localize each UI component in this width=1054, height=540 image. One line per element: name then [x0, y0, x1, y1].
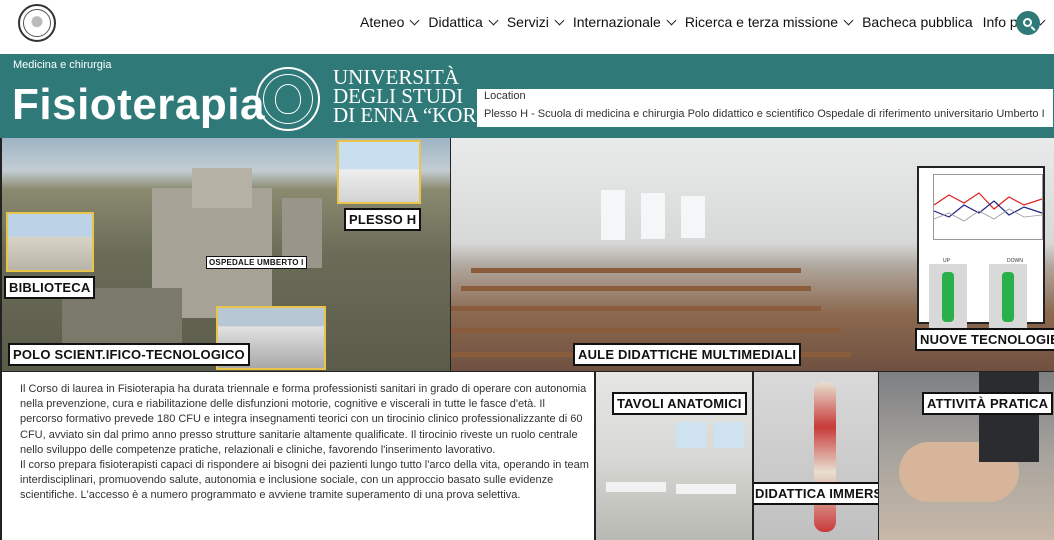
location-value: Plesso H - Scuola di medicina e chirurgi… — [484, 108, 1045, 120]
breadcrumb[interactable]: Medicina e chirurgia — [13, 59, 111, 71]
search-button[interactable] — [1016, 11, 1040, 35]
chevron-down-icon — [843, 15, 854, 25]
aule-label: AULE DIDATTICHE MULTIMEDIALI — [573, 343, 802, 366]
nav-item-servizi[interactable]: Servizi — [506, 14, 565, 30]
description-paragraph: Il corso prepara fisioterapisti capaci d… — [20, 459, 589, 502]
therapist-figure — [979, 372, 1039, 462]
plesso-h-inset — [337, 140, 421, 204]
university-line: DI ENNA “KORE” — [333, 103, 499, 127]
chevron-down-icon — [488, 15, 499, 25]
didattica-immersiva-label: DIDATTICA IMMERSIVA — [754, 482, 878, 505]
anatomical-tables-photo: TAVOLI ANATOMICI — [596, 372, 752, 540]
tavoli-label: TAVOLI ANATOMICI — [612, 392, 747, 415]
polo-label: POLO SCIENT.IFICO-TECNOLOGICO — [8, 343, 250, 366]
nav-item-ateneo[interactable]: Ateneo — [360, 14, 420, 30]
desk-row — [461, 286, 811, 291]
university-logo[interactable] — [18, 4, 56, 42]
main-menu: Ateneo Didattica Servizi Internazionale … — [360, 14, 1054, 30]
description-paragraph: Il Corso di laurea in Fisioterapia ha du… — [20, 383, 587, 456]
chevron-down-icon — [554, 15, 565, 25]
chevron-down-icon — [409, 15, 420, 25]
university-wordmark: UNIVERSITÀ DEGLI STUDI DI ENNA “KORE” — [333, 67, 499, 127]
anatomy-table — [606, 482, 666, 492]
page-header: Medicina e chirurgia Fisioterapia UNIVER… — [0, 54, 1054, 138]
nav-item-bacheca[interactable]: Bacheca pubblica — [862, 14, 973, 30]
nav-item-label: Ateneo — [360, 14, 405, 30]
university-seal-icon — [256, 67, 320, 131]
anatomy-table — [676, 484, 736, 494]
hall-window — [601, 190, 625, 240]
chevron-down-icon — [666, 15, 677, 25]
motion-capture-figure — [929, 264, 967, 330]
desk-row — [471, 268, 801, 273]
campus-aerial-photo: PLESSO H OSPEDALE UMBERTO I BIBLIOTECA P… — [2, 138, 450, 371]
hall-window — [641, 193, 665, 239]
new-technology-panel: UP DOWN — [917, 166, 1045, 330]
hospital-tower — [192, 168, 252, 208]
nuove-tecnologie-label: NUOVE TECNOLOGIE — [915, 328, 1054, 351]
biblioteca-inset — [6, 212, 94, 272]
practical-activity-photo: ATTIVITÀ PRATICA — [879, 372, 1054, 540]
nav-item-label: Didattica — [428, 14, 483, 30]
desk-row — [451, 328, 841, 333]
biblioteca-label: BIBLIOTECA — [4, 276, 96, 299]
gait-chart-svg — [933, 192, 1043, 222]
seal-emblem-icon — [23, 9, 51, 37]
top-navigation: Ateneo Didattica Servizi Internazionale … — [0, 0, 1054, 54]
nav-item-label: Servizi — [506, 14, 549, 30]
nav-item-label: Ricerca e terza missione — [684, 14, 839, 30]
search-icon — [1022, 17, 1032, 27]
nav-item-didattica[interactable]: Didattica — [428, 14, 499, 30]
nav-item-label: Bacheca pubblica — [862, 14, 973, 30]
motion-capture-figure — [989, 264, 1027, 330]
chart-series-grey — [933, 208, 1043, 222]
plesso-h-label: PLESSO H — [344, 208, 422, 231]
attivita-pratica-label: ATTIVITÀ PRATICA — [922, 392, 1054, 415]
gait-chart — [933, 174, 1043, 240]
nav-item-internazionale[interactable]: Internazionale — [572, 14, 677, 30]
skeleton-model — [814, 382, 836, 532]
nav-item-ricerca[interactable]: Ricerca e terza missione — [684, 14, 854, 30]
nav-item-label: Internazionale — [572, 14, 661, 30]
immersive-teaching-photo: DIDATTICA IMMERSIVA — [754, 372, 878, 540]
room-window — [676, 422, 706, 448]
desk-row — [451, 306, 821, 311]
room-window — [714, 422, 744, 448]
course-description: Il Corso di laurea in Fisioterapia ha du… — [2, 372, 594, 540]
location-box: Location Plesso H - Scuola di medicina e… — [476, 88, 1054, 128]
chart-series-red — [933, 192, 1043, 210]
location-label: Location — [484, 90, 526, 102]
ospedale-label: OSPEDALE UMBERTO I — [206, 256, 307, 269]
page-title: Fisioterapia — [12, 80, 265, 129]
course-gallery: PLESSO H OSPEDALE UMBERTO I BIBLIOTECA P… — [0, 138, 1054, 540]
hall-window — [681, 196, 705, 238]
